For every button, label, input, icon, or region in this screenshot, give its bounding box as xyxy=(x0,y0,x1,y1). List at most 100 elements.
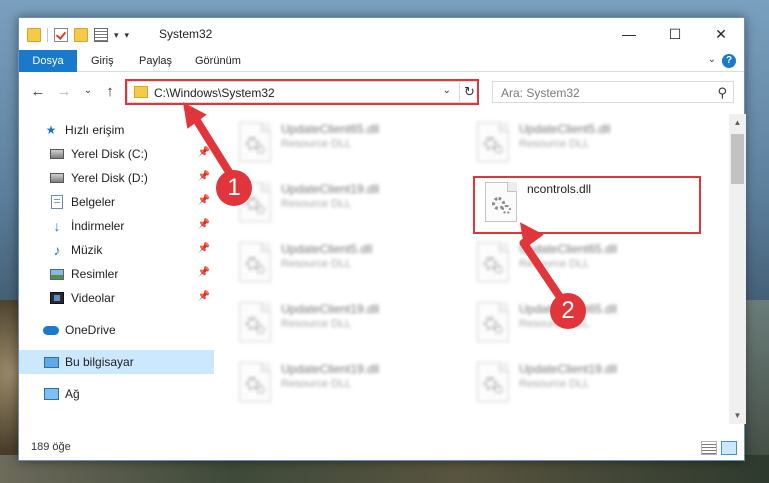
large-icons-view-icon[interactable] xyxy=(721,441,737,455)
music-icon: ♪ xyxy=(53,242,61,258)
sidebar-item-label: Bu bilgisayar xyxy=(65,355,134,369)
file-highlight xyxy=(473,176,701,234)
pin-icon[interactable]: 📌 xyxy=(198,171,210,182)
dll-file-icon xyxy=(477,362,509,402)
window-controls: — ☐ ✕ xyxy=(606,18,744,50)
dll-file-icon xyxy=(239,122,271,162)
folder-icon xyxy=(27,28,41,42)
sidebar-item-label: Yerel Disk (C:) xyxy=(71,147,148,161)
file-tile[interactable]: UpdateClient19.dll Resource DLL xyxy=(231,356,461,414)
file-list: UpdateClient65.dll Resource DLL UpdateCl… xyxy=(215,114,727,424)
sidebar-item-label: Belgeler xyxy=(71,195,116,209)
properties-icon[interactable] xyxy=(94,28,108,42)
disk-icon xyxy=(49,170,65,186)
pin-icon[interactable]: 📌 xyxy=(198,147,210,158)
pin-icon[interactable]: 📌 xyxy=(198,267,210,278)
file-tile[interactable]: UpdateClient65.dll Resource DLL xyxy=(231,116,461,174)
dll-file-icon xyxy=(239,362,271,402)
sidebar-item-local-disk-c[interactable]: Yerel Disk (C:) 📌 xyxy=(19,142,214,166)
tab-gorunum[interactable]: Görünüm xyxy=(185,50,251,72)
pin-icon[interactable]: 📌 xyxy=(198,219,210,230)
quick-access-toolbar: ▾ ▾ xyxy=(27,26,129,44)
file-type: Resource DLL xyxy=(519,378,590,390)
file-name: UpdateClient19.dll xyxy=(281,362,380,376)
sidebar-item-documents[interactable]: Belgeler 📌 xyxy=(19,190,214,214)
expand-ribbon-icon[interactable]: ⌄ xyxy=(708,54,716,65)
sidebar-item-onedrive[interactable]: OneDrive xyxy=(19,318,214,342)
sidebar-item-this-pc[interactable]: Bu bilgisayar xyxy=(19,350,214,374)
toolbar-separator xyxy=(47,28,48,42)
sidebar-item-downloads[interactable]: ↓ İndirmeler 📌 xyxy=(19,214,214,238)
annotation-badge-2: 2 xyxy=(550,293,586,329)
dll-file-icon xyxy=(239,242,271,282)
pin-icon[interactable]: 📌 xyxy=(198,243,210,254)
properties-check-icon[interactable] xyxy=(54,28,68,42)
sidebar-item-label: OneDrive xyxy=(65,323,116,337)
documents-icon xyxy=(49,194,65,210)
file-name: UpdateClient19.dll xyxy=(281,302,380,316)
file-name: UpdateClient19.dll xyxy=(519,362,618,376)
this-pc-icon xyxy=(43,354,59,370)
file-tile[interactable]: UpdateClient19.dll Resource DLL xyxy=(469,356,699,414)
close-button[interactable]: ✕ xyxy=(698,18,744,50)
customize-toolbar-dropdown[interactable]: ▾ xyxy=(125,30,130,41)
pictures-icon xyxy=(49,266,65,282)
tab-giris[interactable]: Giriş xyxy=(81,50,124,72)
file-tile[interactable]: UpdateClient19.dll Resource DLL xyxy=(231,176,461,234)
window-title: System32 xyxy=(159,27,213,41)
file-tile[interactable]: UpdateClient65.dll Resource DLL xyxy=(469,236,699,294)
forward-button[interactable]: → xyxy=(55,83,73,100)
up-button[interactable]: ↑ xyxy=(101,83,119,100)
search-input[interactable]: Ara: System32 xyxy=(501,86,580,100)
sidebar-item-local-disk-d[interactable]: Yerel Disk (D:) 📌 xyxy=(19,166,214,190)
pin-icon[interactable]: 📌 xyxy=(198,291,210,302)
vertical-scrollbar[interactable]: ▲ ▼ xyxy=(729,114,746,424)
pin-icon[interactable]: 📌 xyxy=(198,195,210,206)
star-icon: ★ xyxy=(45,123,57,137)
back-button[interactable]: ← xyxy=(29,83,47,100)
sidebar-item-label: Hızlı erişim xyxy=(65,123,125,137)
help-icon[interactable]: ? xyxy=(722,54,736,68)
ribbon-tabs: Dosya Giriş Paylaş Görünüm ⌄ ? xyxy=(19,50,744,72)
tab-dosya[interactable]: Dosya xyxy=(19,50,77,72)
file-type: Resource DLL xyxy=(281,378,352,390)
file-type: Resource DLL xyxy=(281,198,352,210)
download-icon: ↓ xyxy=(53,218,61,234)
search-box[interactable]: Ara: System32 ⚲ xyxy=(492,81,734,103)
tab-paylas[interactable]: Paylaş xyxy=(129,50,182,72)
sidebar-item-label: İndirmeler xyxy=(71,219,125,233)
file-type: Resource DLL xyxy=(281,138,352,150)
file-type: Resource DLL xyxy=(519,138,590,150)
sidebar-item-music[interactable]: ♪ Müzik 📌 xyxy=(19,238,214,262)
file-type: Resource DLL xyxy=(281,258,352,270)
sidebar-item-label: Yerel Disk (D:) xyxy=(71,171,148,185)
file-tile[interactable]: UpdateClient5.dll Resource DLL xyxy=(469,116,699,174)
address-bar-highlight xyxy=(125,79,479,105)
customize-toolbar-dropdown[interactable]: ▾ xyxy=(114,30,119,41)
sidebar-item-network[interactable]: Ağ xyxy=(19,382,214,406)
file-name: UpdateClient65.dll xyxy=(281,122,380,136)
sidebar-item-pictures[interactable]: Resimler 📌 xyxy=(19,262,214,286)
scroll-down-arrow-icon[interactable]: ▼ xyxy=(729,407,746,424)
file-type: Resource DLL xyxy=(281,318,352,330)
new-folder-icon[interactable] xyxy=(74,28,88,42)
recent-locations-button[interactable]: ⌄ xyxy=(79,85,97,96)
scrollbar-thumb[interactable] xyxy=(731,134,744,184)
file-tile[interactable]: UpdateClient19.dll Resource DLL xyxy=(231,296,461,354)
title-bar: ▾ ▾ System32 — ☐ ✕ xyxy=(19,18,744,50)
minimize-button[interactable]: — xyxy=(606,18,652,50)
dll-file-icon xyxy=(477,302,509,342)
scroll-up-arrow-icon[interactable]: ▲ xyxy=(729,114,746,131)
item-count: 189 öğe xyxy=(31,441,71,453)
sidebar-item-label: Ağ xyxy=(65,387,80,401)
details-view-icon[interactable] xyxy=(701,441,717,455)
onedrive-icon xyxy=(43,322,59,338)
dll-file-icon xyxy=(239,302,271,342)
dll-file-icon xyxy=(477,122,509,162)
sidebar-item-videos[interactable]: Videolar 📌 xyxy=(19,286,214,310)
file-tile[interactable]: UpdateClient5.dll Resource DLL xyxy=(231,236,461,294)
file-name: UpdateClient5.dll xyxy=(281,242,373,256)
search-icon[interactable]: ⚲ xyxy=(717,85,727,101)
file-name: UpdateClient19.dll xyxy=(281,182,380,196)
maximize-button[interactable]: ☐ xyxy=(652,18,698,50)
